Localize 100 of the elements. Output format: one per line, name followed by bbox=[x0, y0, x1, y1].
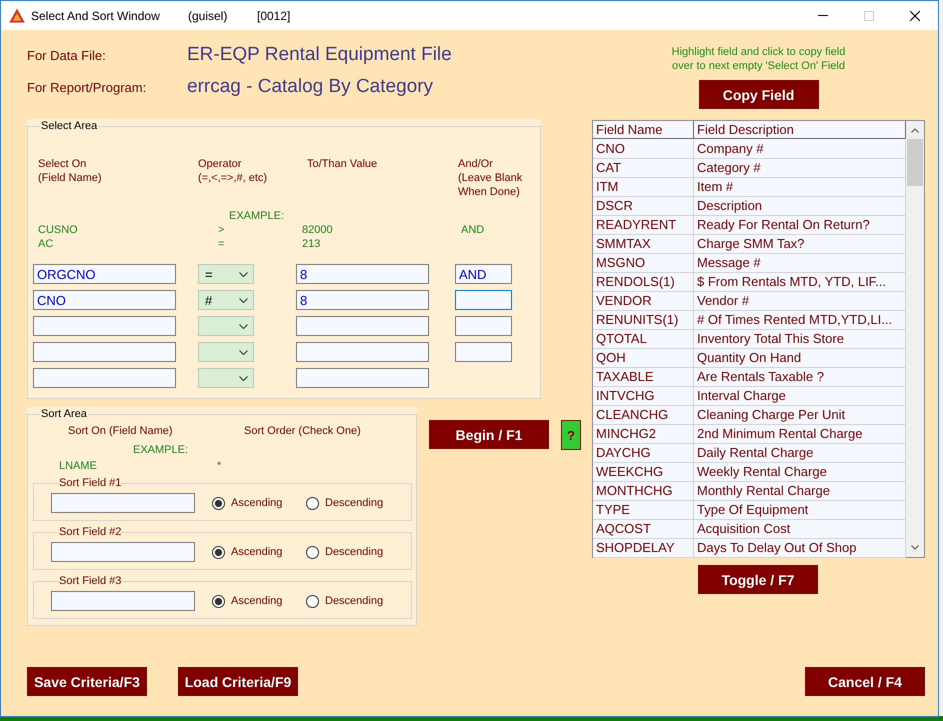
sort-order-option[interactable]: Ascending bbox=[212, 594, 306, 608]
table-cell[interactable]: Item # bbox=[694, 178, 906, 197]
radio-icon[interactable] bbox=[306, 594, 319, 608]
field-name-input[interactable] bbox=[33, 368, 176, 388]
field-name-input[interactable] bbox=[33, 342, 176, 362]
radio-icon[interactable] bbox=[306, 496, 319, 510]
table-cell[interactable]: Are Rentals Taxable ? bbox=[694, 368, 906, 387]
sort-order-option[interactable]: Descending bbox=[306, 594, 400, 608]
table-cell[interactable]: QOH bbox=[593, 349, 694, 368]
table-cell[interactable]: RENDOLS(1) bbox=[593, 273, 694, 292]
example-conjunction-text: AND bbox=[461, 223, 484, 237]
table-cell[interactable]: CAT bbox=[593, 159, 694, 178]
data-file-name: ER-EQP Rental Equipment File bbox=[187, 44, 452, 66]
chevron-down-icon[interactable] bbox=[911, 545, 919, 550]
table-cell[interactable]: Inventory Total This Store bbox=[694, 330, 906, 349]
table-cell[interactable]: MINCHG2 bbox=[593, 425, 694, 444]
field-name-input[interactable]: CNO bbox=[33, 290, 176, 310]
chevron-up-icon[interactable] bbox=[911, 128, 919, 133]
field-name-input[interactable] bbox=[33, 316, 176, 336]
toggle-button[interactable]: Toggle / F7 bbox=[698, 565, 818, 594]
table-cell[interactable]: AQCOST bbox=[593, 520, 694, 539]
table-cell[interactable]: Vendor # bbox=[694, 292, 906, 311]
operator-dropdown[interactable]: = bbox=[198, 264, 254, 284]
begin-button[interactable]: Begin / F1 bbox=[429, 420, 549, 449]
value-input[interactable] bbox=[296, 316, 429, 336]
value-input[interactable] bbox=[296, 368, 429, 388]
table-cell[interactable]: Charge SMM Tax? bbox=[694, 235, 906, 254]
and-or-input[interactable] bbox=[455, 290, 512, 310]
sort-field-input[interactable] bbox=[51, 542, 195, 562]
table-cell[interactable]: MSGNO bbox=[593, 254, 694, 273]
value-input[interactable] bbox=[296, 342, 429, 362]
radio-icon[interactable] bbox=[212, 546, 225, 558]
window-title: Select And Sort Window bbox=[31, 8, 161, 22]
table-cell[interactable]: $ From Rentals MTD, YTD, LIF... bbox=[694, 273, 906, 292]
scrollbar-thumb[interactable] bbox=[907, 139, 923, 186]
value-input[interactable]: 8 bbox=[296, 290, 429, 310]
table-cell[interactable]: Interval Charge bbox=[694, 387, 906, 406]
table-cell[interactable]: DSCR bbox=[593, 197, 694, 216]
table-cell[interactable]: # Of Times Rented MTD,YTD,LI... bbox=[694, 311, 906, 330]
value-input[interactable]: 8 bbox=[296, 264, 429, 284]
table-cell[interactable]: RENUNITS(1) bbox=[593, 311, 694, 330]
column-header: Operator (=,<,=>,#, etc) bbox=[198, 157, 268, 186]
example-order-text: * bbox=[217, 459, 222, 474]
table-cell[interactable]: Weekly Rental Charge bbox=[694, 463, 906, 482]
and-or-input[interactable] bbox=[455, 316, 512, 336]
sort-order-option[interactable]: Ascending bbox=[212, 546, 306, 558]
sort-order-option[interactable]: Descending bbox=[306, 546, 400, 558]
column-header: And/Or (Leave Blank When Done) bbox=[457, 157, 524, 199]
help-button[interactable]: ? bbox=[561, 420, 581, 450]
scrollbar[interactable] bbox=[906, 121, 924, 557]
table-cell[interactable]: VENDOR bbox=[593, 292, 694, 311]
table-cell[interactable]: ITM bbox=[593, 178, 694, 197]
window-user-text: (guisel) bbox=[188, 8, 228, 22]
close-icon[interactable] bbox=[910, 10, 920, 20]
sort-field-input[interactable] bbox=[51, 591, 195, 611]
table-cell[interactable]: Daily Rental Charge bbox=[694, 444, 906, 463]
radio-icon[interactable] bbox=[212, 496, 225, 510]
table-cell[interactable]: SHOPDELAY bbox=[593, 539, 694, 558]
field-name-input[interactable]: ORGCNO bbox=[33, 264, 176, 284]
table-cell[interactable]: Monthly Rental Charge bbox=[694, 482, 906, 501]
example-field-text: AC bbox=[38, 237, 54, 251]
table-cell[interactable]: DAYCHG bbox=[593, 444, 694, 463]
table-cell[interactable]: Ready For Rental On Return? bbox=[694, 216, 906, 235]
copy-field-button[interactable]: Copy Field bbox=[698, 80, 818, 109]
table-cell[interactable]: Company # bbox=[694, 140, 906, 159]
example-value-text: 213 bbox=[302, 237, 320, 251]
table-cell[interactable]: Cleaning Charge Per Unit bbox=[694, 406, 906, 425]
table-cell[interactable]: SMMTAX bbox=[593, 235, 694, 254]
table-cell[interactable]: Acquisition Cost bbox=[694, 520, 906, 539]
sort-field-title: Sort Field #1 bbox=[59, 476, 122, 490]
table-cell[interactable]: QTOTAL bbox=[593, 330, 694, 349]
data-file-label: For Data File: bbox=[27, 48, 107, 62]
radio-icon[interactable] bbox=[306, 546, 319, 558]
and-or-input[interactable]: AND bbox=[455, 264, 512, 284]
table-cell[interactable]: Description bbox=[694, 197, 906, 216]
footer-button[interactable]: Load Criteria/F9 bbox=[178, 667, 298, 696]
operator-dropdown[interactable]: # bbox=[198, 290, 254, 310]
table-cell[interactable]: Category # bbox=[694, 159, 906, 178]
sort-order-option[interactable]: Descending bbox=[306, 496, 400, 510]
table-cell[interactable]: 2nd Minimum Rental Charge bbox=[694, 425, 906, 444]
footer-button[interactable]: Save Criteria/F3 bbox=[27, 667, 147, 696]
footer-button[interactable]: Cancel / F4 bbox=[805, 667, 925, 696]
example-heading: EXAMPLE: bbox=[133, 443, 188, 458]
table-cell[interactable]: Message # bbox=[694, 254, 906, 273]
table-cell[interactable]: Days To Delay Out Of Shop bbox=[694, 539, 906, 558]
sort-order-option[interactable]: Ascending bbox=[212, 496, 306, 510]
chevron-down-icon bbox=[239, 350, 248, 354]
table-cell[interactable]: WEEKCHG bbox=[593, 463, 694, 482]
table-cell[interactable]: TAXABLE bbox=[593, 368, 694, 387]
table-cell[interactable]: Quantity On Hand bbox=[694, 349, 906, 368]
table-cell[interactable]: Type Of Equipment bbox=[694, 501, 906, 520]
table-cell[interactable]: TYPE bbox=[593, 501, 694, 520]
table-cell[interactable]: MONTHCHG bbox=[593, 482, 694, 501]
table-cell[interactable]: CLEANCHG bbox=[593, 406, 694, 425]
and-or-input[interactable] bbox=[455, 342, 512, 362]
table-cell[interactable]: CNO bbox=[593, 140, 694, 159]
radio-icon[interactable] bbox=[212, 594, 225, 608]
table-cell[interactable]: READYRENT bbox=[593, 216, 694, 235]
sort-field-input[interactable] bbox=[51, 493, 195, 513]
table-cell[interactable]: INTVCHG bbox=[593, 387, 694, 406]
